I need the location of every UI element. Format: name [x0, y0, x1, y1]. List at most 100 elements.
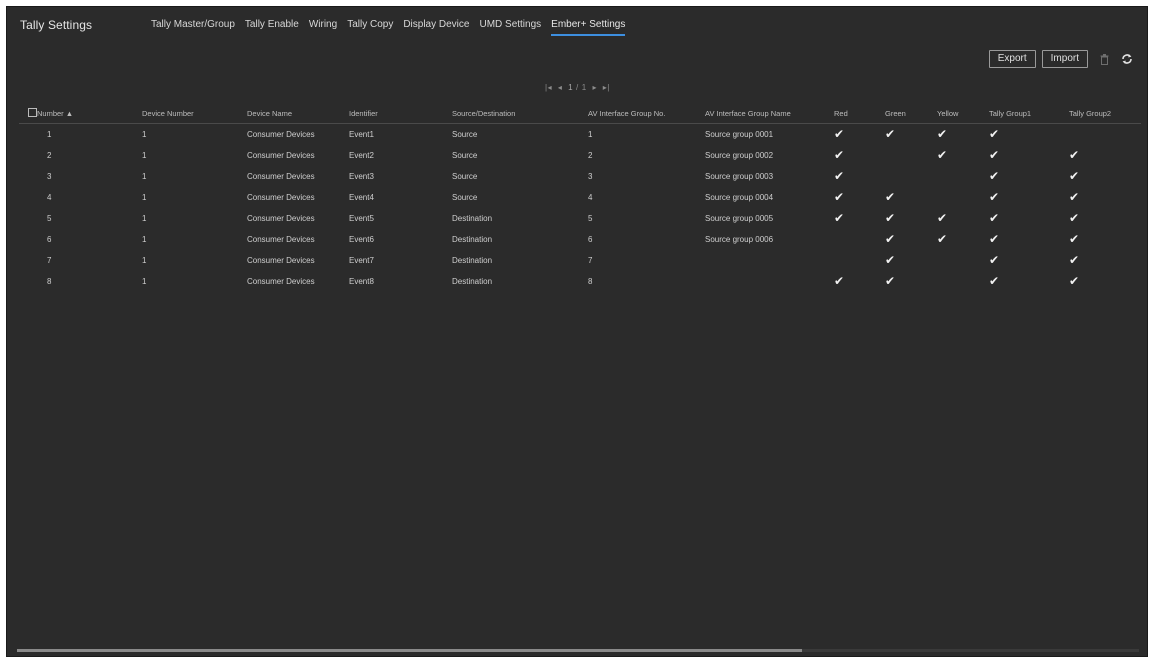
- page-separator: /: [576, 83, 579, 92]
- column-header-av-group-name[interactable]: AV Interface Group Name: [705, 105, 791, 122]
- cell-number: 1: [47, 130, 52, 139]
- cell-green-check: ✔: [885, 190, 896, 204]
- cell-device-number: 1: [142, 256, 147, 265]
- table-body: 1 1 Consumer Devices Event1 Source 1 Source gr…: [19, 124, 1141, 292]
- tab-umd-settings[interactable]: UMD Settings: [479, 19, 541, 30]
- cell-source-destination: Destination: [452, 256, 493, 265]
- table-row[interactable]: 1 1 Consumer Devices Event1 Source 1 Source gr…: [19, 124, 1141, 145]
- cell-green-check: ✔: [885, 253, 896, 267]
- last-page-button[interactable]: ▸|: [603, 83, 610, 92]
- cell-av-group-name: Source group 0003: [705, 172, 774, 181]
- export-button[interactable]: Export: [988, 50, 1036, 68]
- prev-page-button[interactable]: ◂: [558, 83, 563, 92]
- cell-device-number: 1: [142, 277, 147, 286]
- tab-ember-settings[interactable]: Ember+ Settings: [551, 19, 626, 36]
- cell-identifier: Event8: [349, 277, 374, 286]
- cell-device-name: Consumer Devices: [247, 172, 315, 181]
- column-header-yellow[interactable]: Yellow: [937, 105, 958, 122]
- cell-device-number: 1: [142, 151, 147, 160]
- cell-yellow-check: ✔: [937, 148, 948, 162]
- cell-green-check: ✔: [885, 211, 896, 225]
- cell-device-name: Consumer Devices: [247, 193, 315, 202]
- tally-settings-window: Tally Settings Tally Master/Group Tally E…: [6, 6, 1148, 657]
- app-title: Tally Settings: [20, 18, 93, 32]
- table-row[interactable]: 2 1 Consumer Devices Event2 Source 2 Source gr…: [19, 145, 1141, 166]
- column-header-av-group-no[interactable]: AV Interface Group No.: [588, 105, 665, 122]
- cell-tally-group2-check: ✔: [1069, 232, 1080, 246]
- tab-tally-master-group[interactable]: Tally Master/Group: [151, 19, 235, 30]
- horizontal-scrollbar[interactable]: [17, 649, 1139, 652]
- cell-yellow-check: ✔: [937, 127, 948, 141]
- cell-green-check: ✔: [885, 127, 896, 141]
- import-button[interactable]: Import: [1041, 50, 1088, 68]
- cell-identifier: Event4: [349, 193, 374, 202]
- cell-av-group-no: 3: [588, 172, 593, 181]
- column-header-tally-group2[interactable]: Tally Group2: [1069, 105, 1111, 122]
- cell-av-group-no: 2: [588, 151, 593, 160]
- cell-identifier: Event7: [349, 256, 374, 265]
- cell-number: 7: [47, 256, 52, 265]
- trash-icon[interactable]: [1100, 53, 1109, 65]
- cell-yellow-check: ✔: [937, 232, 948, 246]
- cell-green-check: ✔: [885, 232, 896, 246]
- table-row[interactable]: 8 1 Consumer Devices Event8 Destination 8 ✔ ✔ ✔ ✔: [19, 271, 1141, 292]
- cell-av-group-no: 1: [588, 130, 593, 139]
- cell-device-name: Consumer Devices: [247, 151, 315, 160]
- cell-device-name: Consumer Devices: [247, 256, 315, 265]
- tab-display-device[interactable]: Display Device: [403, 19, 469, 30]
- cell-device-name: Consumer Devices: [247, 214, 315, 223]
- column-header-red[interactable]: Red: [834, 105, 848, 122]
- table-row[interactable]: 7 1 Consumer Devices Event7 Destination 7 ✔ ✔ ✔: [19, 250, 1141, 271]
- tab-tally-copy[interactable]: Tally Copy: [347, 19, 393, 30]
- pagination: |◂ ◂ 1/1 ▸ ▸|: [545, 83, 613, 92]
- cell-number: 4: [47, 193, 52, 202]
- cell-red-check: ✔: [834, 127, 845, 141]
- cell-tally-group1-check: ✔: [989, 211, 1000, 225]
- cell-number: 8: [47, 277, 52, 286]
- column-header-number[interactable]: Number ▲: [37, 105, 73, 122]
- cell-source-destination: Destination: [452, 277, 493, 286]
- table-row[interactable]: 3 1 Consumer Devices Event3 Source 3 Source gr…: [19, 166, 1141, 187]
- column-header-tally-group1[interactable]: Tally Group1: [989, 105, 1031, 122]
- cell-device-number: 1: [142, 130, 147, 139]
- cell-green-check: ✔: [885, 274, 896, 288]
- cell-tally-group1-check: ✔: [989, 253, 1000, 267]
- refresh-icon[interactable]: [1121, 53, 1133, 65]
- cell-av-group-no: 8: [588, 277, 593, 286]
- select-all-checkbox[interactable]: [28, 108, 37, 117]
- tab-bar: Tally Master/Group Tally Enable Wiring Tall…: [151, 19, 635, 36]
- column-header-green[interactable]: Green: [885, 105, 906, 122]
- cell-source-destination: Destination: [452, 235, 493, 244]
- next-page-button[interactable]: ▸: [592, 83, 597, 92]
- cell-number: 5: [47, 214, 52, 223]
- toolbar: Export Import: [983, 50, 1133, 68]
- tab-wiring[interactable]: Wiring: [309, 19, 337, 30]
- cell-red-check: ✔: [834, 169, 845, 183]
- table-header: Number ▲ Device Number Device Name Identifi…: [19, 105, 1141, 124]
- table-row[interactable]: 5 1 Consumer Devices Event5 Destination 5 Sour…: [19, 208, 1141, 229]
- cell-av-group-name: Source group 0001: [705, 130, 774, 139]
- cell-tally-group1-check: ✔: [989, 148, 1000, 162]
- column-header-device-number[interactable]: Device Number: [142, 105, 194, 122]
- cell-identifier: Event3: [349, 172, 374, 181]
- cell-av-group-name: Source group 0002: [705, 151, 774, 160]
- cell-identifier: Event1: [349, 130, 374, 139]
- scrollbar-thumb[interactable]: [17, 649, 803, 652]
- cell-device-number: 1: [142, 214, 147, 223]
- cell-tally-group1-check: ✔: [989, 190, 1000, 204]
- first-page-button[interactable]: |◂: [545, 83, 552, 92]
- ember-settings-table: Number ▲ Device Number Device Name Identifi…: [19, 105, 1141, 292]
- cell-tally-group2-check: ✔: [1069, 190, 1080, 204]
- cell-red-check: ✔: [834, 274, 845, 288]
- cell-yellow-check: ✔: [937, 211, 948, 225]
- cell-red-check: ✔: [834, 148, 845, 162]
- tab-tally-enable[interactable]: Tally Enable: [245, 19, 299, 30]
- cell-av-group-name: Source group 0005: [705, 214, 774, 223]
- table-row[interactable]: 6 1 Consumer Devices Event6 Destination 6 Sour…: [19, 229, 1141, 250]
- table-row[interactable]: 4 1 Consumer Devices Event4 Source 4 Source gr…: [19, 187, 1141, 208]
- column-header-device-name[interactable]: Device Name: [247, 105, 292, 122]
- cell-red-check: ✔: [834, 190, 845, 204]
- column-header-identifier[interactable]: Identifier: [349, 105, 378, 122]
- column-header-source-destination[interactable]: Source/Destination: [452, 105, 515, 122]
- cell-identifier: Event5: [349, 214, 374, 223]
